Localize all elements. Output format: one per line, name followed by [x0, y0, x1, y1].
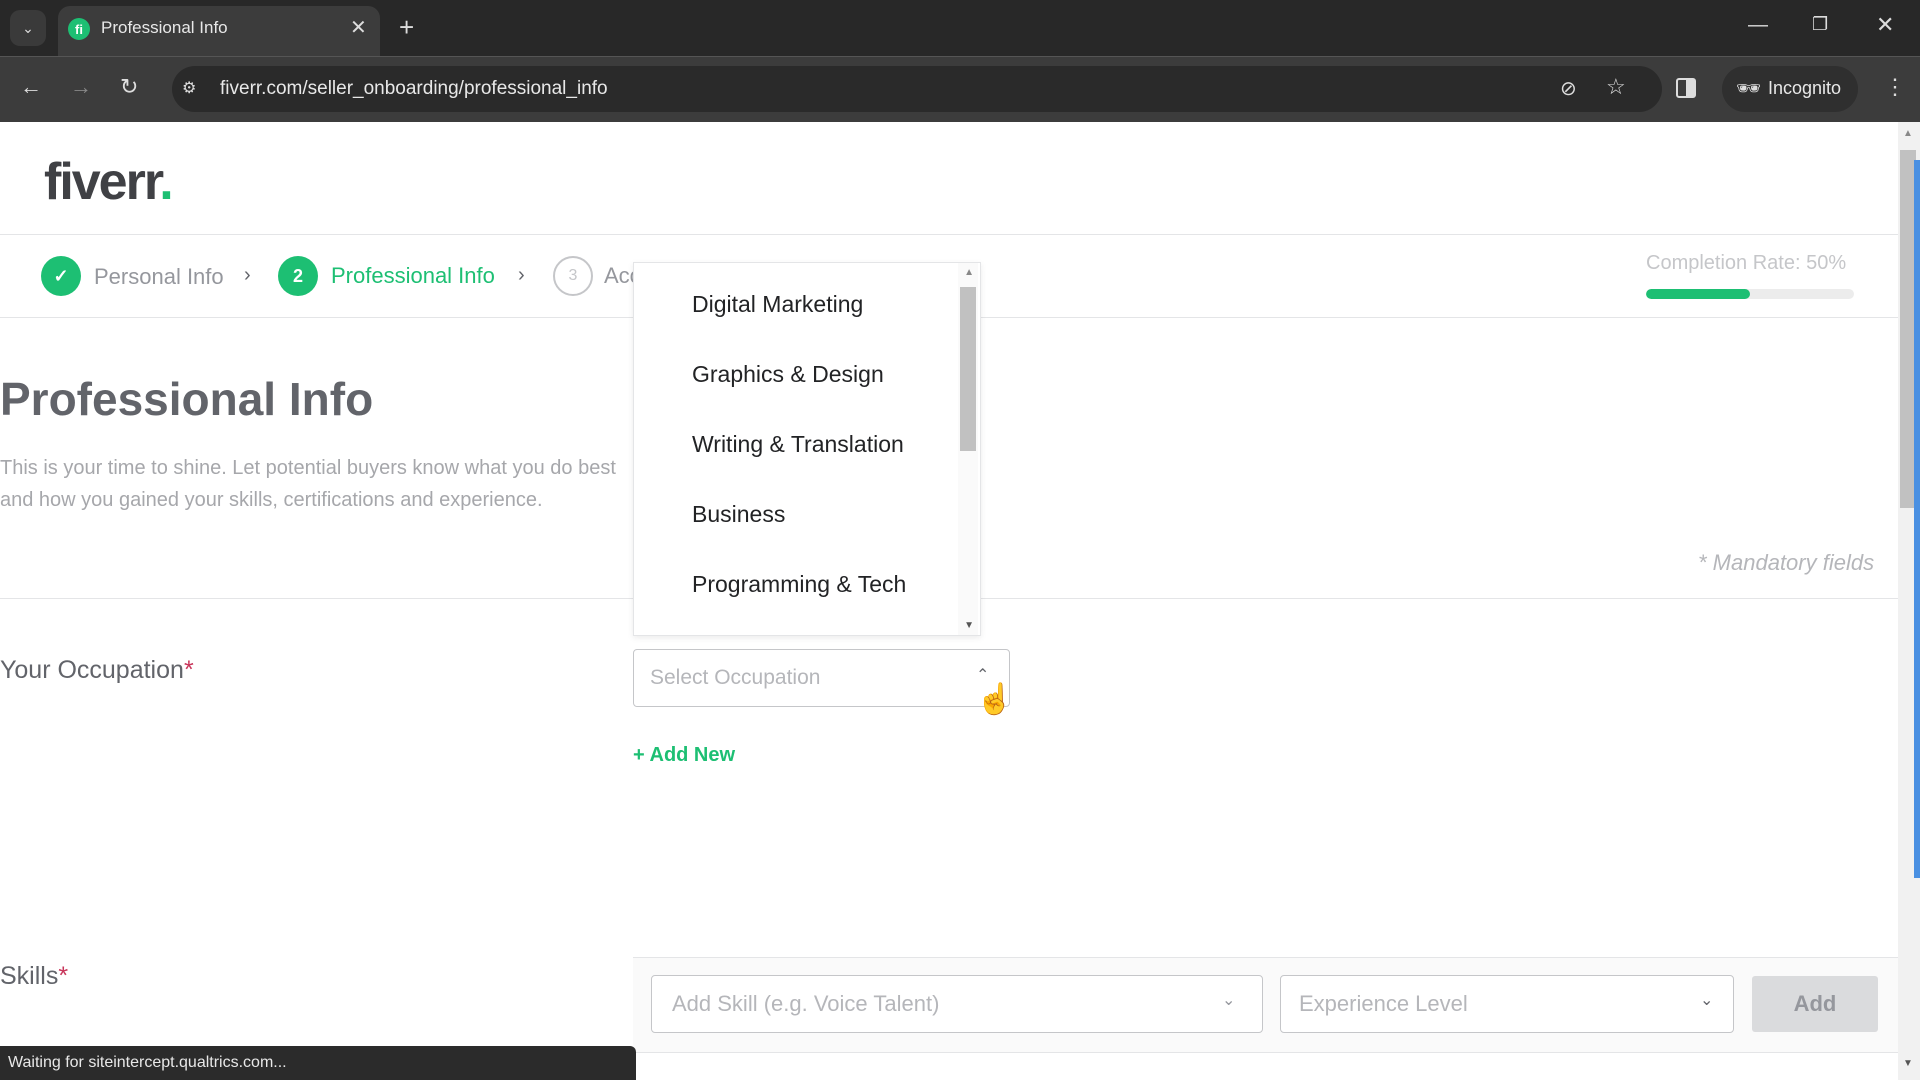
experience-level-placeholder: Experience Level: [1299, 991, 1468, 1016]
page-content: fiverr. ✓ Personal Info › 2 Professional…: [0, 122, 1898, 1080]
logo-dot: .: [159, 153, 174, 211]
scroll-up-arrow-icon[interactable]: ▲: [1903, 128, 1913, 139]
step-account-security[interactable]: Account Security: [604, 263, 634, 289]
occupation-placeholder: Select Occupation: [650, 666, 821, 689]
dropdown-scrollbar-thumb[interactable]: [960, 287, 976, 451]
side-feedback-tab[interactable]: [1914, 160, 1920, 878]
required-asterisk: *: [58, 962, 69, 990]
chevron-down-icon: ⌄: [22, 19, 34, 36]
fiverr-logo[interactable]: fiverr.: [44, 152, 174, 212]
step-professional-info[interactable]: Professional Info: [331, 263, 495, 289]
page-title: Professional Info: [0, 373, 374, 425]
bookmark-star-icon[interactable]: ☆: [1606, 74, 1626, 100]
add-skill-placeholder: Add Skill (e.g. Voice Talent): [672, 991, 940, 1016]
add-skill-button[interactable]: Add: [1752, 976, 1878, 1032]
completion-progress-bar: [1646, 289, 1854, 299]
dropdown-option[interactable]: Digital Marketing: [692, 291, 863, 318]
side-panel-icon[interactable]: [1676, 78, 1696, 98]
completion-progress-fill: [1646, 289, 1750, 299]
step-personal-info[interactable]: Personal Info: [94, 264, 224, 290]
tab-close-icon[interactable]: ✕: [350, 15, 367, 40]
chevron-down-icon[interactable]: ⌄: [1222, 990, 1235, 1010]
back-arrow-icon[interactable]: ←: [20, 74, 42, 100]
divider: [0, 234, 1898, 235]
hand-pointer-cursor-icon: ☝: [976, 683, 1014, 716]
eye-off-icon[interactable]: ⊘: [1560, 76, 1577, 101]
status-text: Waiting for siteintercept.qualtrics.com.…: [8, 1054, 287, 1071]
minimize-icon[interactable]: —: [1748, 14, 1768, 37]
dropdown-option[interactable]: Graphics & Design: [692, 361, 884, 388]
forward-arrow-icon[interactable]: →: [70, 74, 92, 100]
check-icon: ✓: [41, 256, 81, 296]
occupation-label-text: Your Occupation: [0, 656, 184, 684]
add-new-occupation-link[interactable]: + Add New: [633, 744, 735, 767]
reload-icon[interactable]: ↻: [120, 74, 138, 100]
dropdown-option[interactable]: Writing & Translation: [692, 431, 904, 458]
skills-label-text: Skills: [0, 962, 59, 990]
logo-text: fiverr: [44, 153, 161, 211]
mandatory-fields-note: * Mandatory fields: [1698, 550, 1875, 575]
skills-label: Skills*: [0, 962, 68, 991]
completion-rate-label: Completion Rate: 50%: [1646, 252, 1847, 274]
chevron-right-icon: ›: [244, 264, 251, 286]
incognito-icon: 🕶: [1736, 78, 1762, 100]
occupation-label: Your Occupation*: [0, 656, 194, 685]
restore-icon[interactable]: ❐: [1812, 14, 1828, 35]
dropdown-option[interactable]: Programming & Tech: [692, 571, 906, 598]
page-description: This is your time to shine. Let potentia…: [0, 457, 616, 511]
tab-search-button[interactable]: ⌄: [10, 10, 46, 46]
required-asterisk: *: [183, 656, 194, 684]
dropdown-option[interactable]: Business: [692, 501, 785, 528]
new-tab-icon[interactable]: +: [399, 12, 414, 43]
incognito-label: Incognito: [1768, 78, 1842, 98]
tab-title: Professional Info: [101, 18, 228, 37]
step-number-badge: 2: [278, 256, 318, 296]
scroll-down-arrow-icon[interactable]: ▼: [964, 620, 974, 631]
chevron-right-icon: ›: [518, 264, 525, 286]
window-close-icon[interactable]: ✕: [1876, 12, 1894, 38]
fiverr-favicon-icon: fi: [68, 18, 90, 40]
chevron-down-icon[interactable]: ⌄: [1700, 990, 1713, 1010]
scroll-down-arrow-icon[interactable]: ▼: [1903, 1058, 1913, 1069]
kebab-menu-icon[interactable]: ⋮: [1884, 74, 1906, 100]
scroll-up-arrow-icon[interactable]: ▲: [964, 267, 974, 278]
url-text[interactable]: fiverr.com/seller_onboarding/professiona…: [220, 78, 608, 100]
step-number-badge: 3: [553, 256, 593, 296]
occupation-dropdown-list[interactable]: Digital Marketing Graphics & Design Writ…: [633, 262, 981, 636]
site-info-icon[interactable]: ⚙: [182, 78, 196, 98]
